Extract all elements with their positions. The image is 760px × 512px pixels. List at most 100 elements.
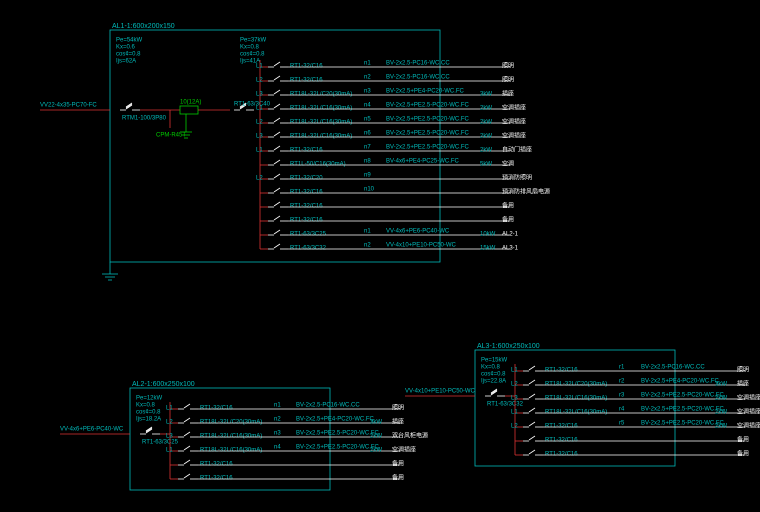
svg-text:插座: 插座 (737, 380, 749, 388)
svg-text:L1: L1 (256, 106, 263, 112)
svg-text:n2: n2 (364, 75, 371, 81)
svg-text:r4: r4 (619, 407, 625, 413)
svg-text:RT18L-32L/C16(30mA): RT18L-32L/C16(30mA) (200, 434, 262, 440)
svg-text:BV-2x2.5+PE2.5-PC20-WC.FC: BV-2x2.5+PE2.5-PC20-WC.FC (386, 103, 470, 109)
svg-text:VV-4x6+PE6-PC40-WC: VV-4x6+PE6-PC40-WC (386, 229, 450, 235)
svg-text:VV-4x10+PE10-PC50-WC: VV-4x10+PE10-PC50-WC (386, 243, 457, 249)
svg-text:r3: r3 (619, 393, 625, 399)
svg-text:RT1-32/C16: RT1-32/C16 (545, 368, 578, 374)
svg-text:BV-2x2.5-PC16-WC.CC: BV-2x2.5-PC16-WC.CC (641, 365, 705, 371)
svg-text:BV-2x2.5+PE4-PC20-WC.FC: BV-2x2.5+PE4-PC20-WC.FC (386, 89, 465, 95)
svg-text:Pe=54kW: Pe=54kW (116, 38, 143, 44)
svg-text:照明: 照明 (502, 77, 514, 84)
svg-text:Kx=0.8: Kx=0.8 (240, 45, 260, 51)
svg-text:Ijs=62A: Ijs=62A (116, 59, 136, 65)
svg-text:L3: L3 (256, 134, 263, 140)
svg-text:RT1-32/C16: RT1-32/C16 (200, 462, 233, 468)
svg-text:RT18L-32L/C16(30mA): RT18L-32L/C16(30mA) (290, 120, 352, 126)
svg-text:BV-2x2.5+PE2.5-PC20-WC.FC: BV-2x2.5+PE2.5-PC20-WC.FC (386, 117, 470, 123)
svg-text:n10: n10 (364, 187, 375, 193)
svg-text:RT1-63/3C25: RT1-63/3C25 (142, 440, 179, 446)
svg-text:2kW: 2kW (715, 410, 727, 416)
svg-text:n8: n8 (364, 159, 371, 165)
svg-text:RT1-32/C16: RT1-32/C16 (290, 148, 323, 154)
svg-text:2kW: 2kW (480, 134, 492, 140)
svg-text:RT18L-32L/C16(30mA): RT18L-32L/C16(30mA) (290, 106, 352, 112)
svg-text:BV-2x2.5-PC16-WC.CC: BV-2x2.5-PC16-WC.CC (386, 75, 450, 81)
svg-text:AL2-1: AL2-1 (502, 232, 519, 238)
svg-text:备用: 备用 (737, 436, 749, 444)
svg-text:RT1-63/3C40: RT1-63/3C40 (234, 102, 271, 108)
svg-text:VV-4x6+PE6-PC40-WC: VV-4x6+PE6-PC40-WC (60, 427, 124, 433)
svg-text:Ijs=18.2A: Ijs=18.2A (136, 417, 161, 423)
svg-text:Kx=0.8: Kx=0.8 (481, 365, 501, 371)
svg-text:n3: n3 (274, 431, 281, 437)
svg-text:2kW: 2kW (715, 396, 727, 402)
svg-text:RT1-32/C16: RT1-32/C16 (290, 64, 323, 70)
svg-text:3kW: 3kW (715, 382, 727, 388)
svg-text:空调插座: 空调插座 (502, 132, 526, 140)
svg-text:空调插座: 空调插座 (502, 104, 526, 112)
svg-text:L2: L2 (256, 78, 263, 84)
svg-text:L3: L3 (256, 92, 263, 98)
svg-text:空调插座: 空调插座 (737, 422, 760, 430)
svg-text:BV-2x2.5+PE2.5-PC20-WC.FC: BV-2x2.5+PE2.5-PC20-WC.FC (296, 445, 380, 451)
svg-text:空调插座: 空调插座 (737, 394, 760, 402)
svg-text:插座: 插座 (392, 418, 404, 426)
svg-text:RT18L-32L/C20(30mA): RT18L-32L/C20(30mA) (290, 92, 352, 98)
svg-text:RT1-32/C16: RT1-32/C16 (290, 190, 323, 196)
svg-text:2kW: 2kW (370, 434, 382, 440)
svg-text:RT1-32/C16: RT1-32/C16 (200, 406, 233, 412)
svg-text:BV-2x2.5+PE2.5-PC20-WC.FC: BV-2x2.5+PE2.5-PC20-WC.FC (386, 145, 470, 151)
svg-text:空调: 空调 (502, 160, 514, 168)
svg-text:L1: L1 (166, 406, 173, 412)
svg-text:n4: n4 (364, 103, 371, 109)
svg-text:L2: L2 (166, 420, 173, 426)
svg-text:cos¢=0.8: cos¢=0.8 (136, 410, 161, 416)
svg-text:L3: L3 (166, 434, 173, 440)
svg-text:RT1-32/C16: RT1-32/C16 (290, 204, 323, 210)
svg-text:n9: n9 (364, 173, 371, 179)
svg-text:照明: 照明 (737, 367, 749, 374)
svg-text:n3: n3 (364, 89, 371, 95)
svg-text:n2: n2 (364, 243, 371, 249)
svg-text:AL3-1: AL3-1 (502, 246, 519, 252)
svg-text:RT18L-32L/C16(30mA): RT18L-32L/C16(30mA) (545, 410, 607, 416)
svg-text:RT1-63/3C25: RT1-63/3C25 (290, 232, 327, 238)
svg-text:BV-2x2.5-PC16-WC.CC: BV-2x2.5-PC16-WC.CC (386, 61, 450, 67)
svg-text:2kW: 2kW (480, 148, 492, 154)
svg-text:2kW: 2kW (480, 120, 492, 126)
svg-text:自动门插座: 自动门插座 (502, 146, 532, 154)
svg-text:n6: n6 (364, 131, 371, 137)
svg-text:r1: r1 (619, 365, 625, 371)
svg-text:RT1-63/3C32: RT1-63/3C32 (290, 246, 327, 252)
svg-text:15kW: 15kW (480, 246, 496, 252)
svg-text:空调插座: 空调插座 (502, 118, 526, 126)
svg-text:cos¢=0.8: cos¢=0.8 (240, 52, 265, 58)
svg-text:L1: L1 (256, 148, 263, 154)
svg-text:BV-2x2.5+PE4-PC20-WC.FC: BV-2x2.5+PE4-PC20-WC.FC (296, 417, 375, 423)
svg-text:BV-2x2.5+PE4-PC20-WC.FC: BV-2x2.5+PE4-PC20-WC.FC (641, 379, 720, 385)
svg-text:备用: 备用 (502, 216, 514, 224)
svg-text:3kW: 3kW (370, 420, 382, 426)
svg-text:RT1-32/C16: RT1-32/C16 (545, 438, 578, 444)
svg-text:cos¢=0.8: cos¢=0.8 (116, 52, 141, 58)
svg-text:VV22-4x35-PC70-FC: VV22-4x35-PC70-FC (40, 103, 97, 109)
svg-text:10(12A): 10(12A) (180, 100, 201, 106)
svg-text:RT1-32/C20: RT1-32/C20 (290, 176, 323, 182)
svg-text:2kW: 2kW (480, 106, 492, 112)
svg-text:Kx=0.8: Kx=0.8 (136, 403, 156, 409)
svg-text:BV-2x2.5+PE2.5-PC20-WC.FC: BV-2x2.5+PE2.5-PC20-WC.FC (296, 431, 380, 437)
svg-text:n5: n5 (364, 117, 371, 123)
svg-text:BV-4x6+PE4-PC25-WC.FC: BV-4x6+PE4-PC25-WC.FC (386, 159, 460, 165)
svg-text:L1: L1 (511, 410, 518, 416)
svg-text:n4: n4 (274, 445, 281, 451)
electrical-schematic: AL1-1:600x200x150Pe=54kWKx=0.6cos¢=0.8Ij… (0, 0, 760, 512)
svg-text:RT1-32/C16: RT1-32/C16 (290, 78, 323, 84)
svg-text:n7: n7 (364, 145, 371, 151)
svg-text:3kW: 3kW (480, 92, 492, 98)
svg-text:双台风柜电源: 双台风柜电源 (392, 432, 428, 440)
svg-text:备用: 备用 (737, 450, 749, 458)
svg-text:备用: 备用 (392, 460, 404, 468)
svg-text:L1: L1 (511, 368, 518, 374)
